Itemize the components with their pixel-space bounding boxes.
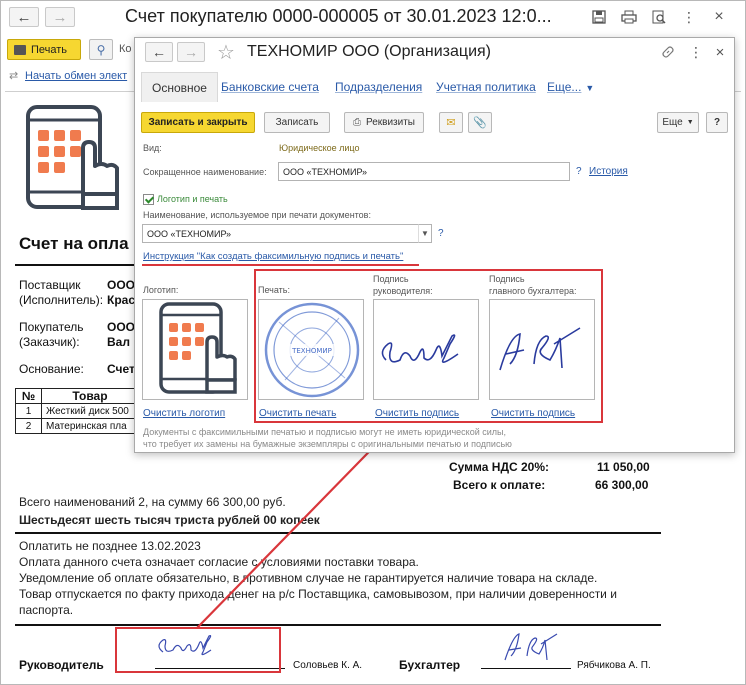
arrow-right-icon: → [184,44,198,60]
dialog-close-icon[interactable]: × [710,42,730,62]
stamp-signature-highlight-box [254,269,603,423]
history-link[interactable]: История [589,166,628,177]
print-name-help-icon[interactable]: ? [438,228,444,239]
dialog-tabs: Основное Банковские счета Подразделения … [135,72,734,102]
logo-section-checkbox[interactable] [143,194,154,205]
company-logo-icon [159,302,237,394]
dialog-more-icon[interactable]: ⋮ [686,42,706,62]
print-name-dropdown-icon[interactable]: ▼ [418,224,432,243]
instruction-link[interactable]: Инструкция "Как создать факсимильную под… [143,251,403,262]
invoice-window: ← → Счет покупателю 0000-000005 от 30.01… [0,0,746,685]
save-and-close-button[interactable]: Записать и закрыть [141,112,255,133]
mail-button[interactable]: ✉ [439,112,463,133]
paperclip-icon: 📎 [473,117,487,129]
logo-image[interactable] [142,299,248,400]
short-name-label: Сокращенное наименование: [143,167,267,177]
print-name-input[interactable]: ООО «ТЕХНОМИР» [142,224,432,243]
dialog-header: ← → ☆ ТЕХНОМИР ООО (Организация) ⋮ × [135,38,734,68]
dialog-back-button[interactable]: ← [145,42,173,62]
arrow-left-icon: ← [152,44,166,60]
favorite-star-icon[interactable]: ☆ [217,40,235,65]
organization-dialog: ← → ☆ ТЕХНОМИР ООО (Организация) ⋮ × Осн… [134,37,735,453]
tab-more-label: Еще... [547,80,582,94]
printer-icon: ⎙ [352,117,361,128]
save-button[interactable]: Записать [264,112,330,133]
attach-button[interactable]: 📎 [468,112,492,133]
instruction-underline-highlight [142,264,419,266]
logo-section-label: Логотип и печать [157,194,228,204]
help-button[interactable]: ? [706,112,728,133]
kind-value: Юридическое лицо [279,143,360,153]
envelope-icon: ✉ [446,117,456,129]
legal-note-1: Документы с факсимильными печатью и подп… [143,427,507,437]
tab-departments[interactable]: Подразделения [325,72,432,102]
chevron-down-icon: ▼ [585,83,595,93]
logo-label: Логотип: [143,285,179,295]
legal-note-2: что требует их замены на бумажные экземп… [143,439,512,449]
requisites-button[interactable]: ⎙ Реквизиты [344,112,424,133]
tab-bank-accounts[interactable]: Банковские счета [211,72,329,102]
chevron-down-icon: ▼ [686,119,694,126]
dialog-forward-button[interactable]: → [177,42,205,62]
print-name-label: Наименование, используемое при печати до… [143,210,371,220]
dialog-more-button[interactable]: Еще ▼ [657,112,699,133]
clear-logo-link[interactable]: Очистить логотип [143,408,225,419]
requisites-label: Реквизиты [365,117,415,128]
kind-label: Вид: [143,143,162,153]
short-name-input[interactable]: ООО «ТЕХНОМИР» [278,162,570,181]
dialog-title: ТЕХНОМИР ООО (Организация) [247,43,491,60]
tab-more[interactable]: Еще... ▼ [537,72,604,102]
tab-main[interactable]: Основное [141,72,218,102]
short-name-help-icon[interactable]: ? [576,166,582,177]
dialog-more-label: Еще [662,117,683,128]
dialog-toolbar: Записать и закрыть Записать ⎙ Реквизиты ✉… [135,112,734,136]
link-icon[interactable] [658,42,678,62]
tab-accounting-policy[interactable]: Учетная политика [426,72,546,102]
